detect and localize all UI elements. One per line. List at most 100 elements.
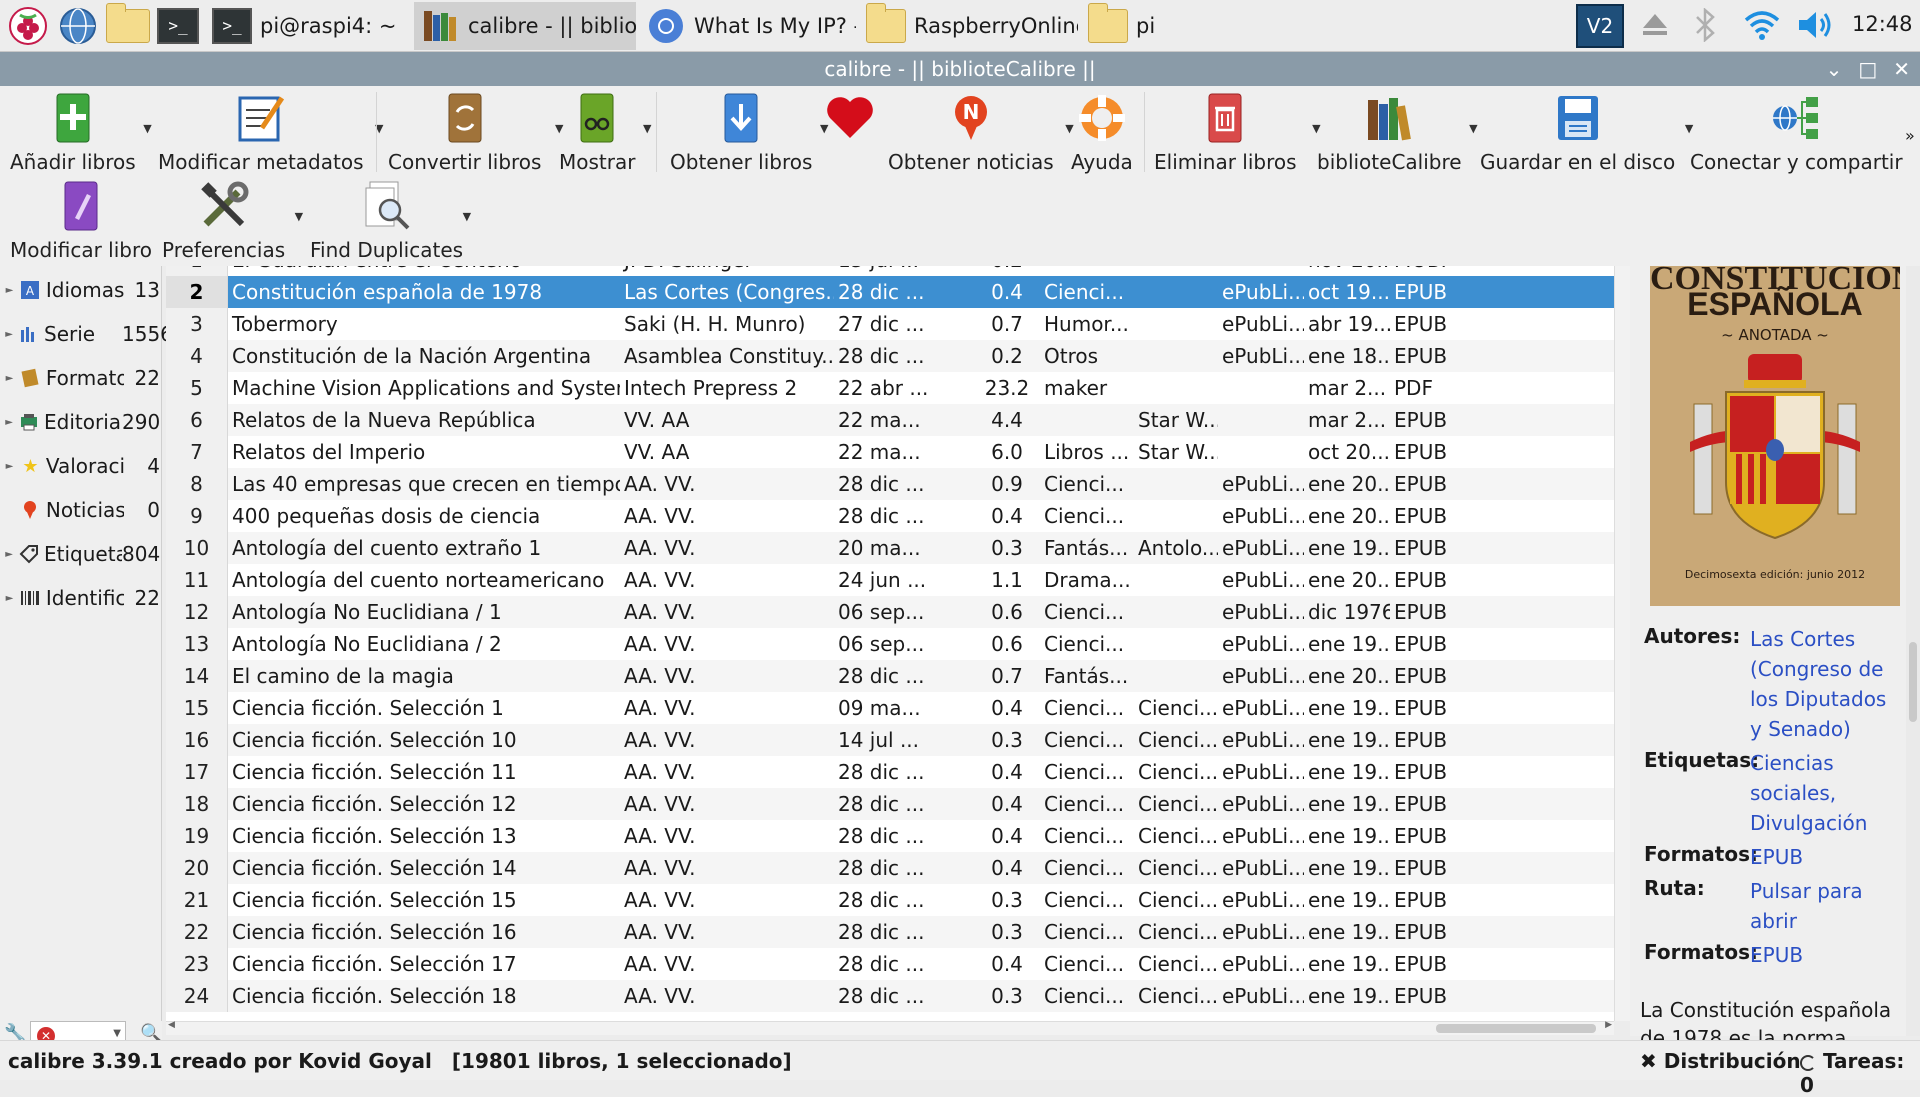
size-cell[interactable]: 0.3 bbox=[970, 984, 1040, 1008]
table-row[interactable]: 9 400 pequeñas dosis de ciencia AA. VV. 28 … bbox=[166, 500, 1614, 532]
table-row[interactable]: 18 Ciencia ficción. Selección 12 AA. VV. 28… bbox=[166, 788, 1614, 820]
table-row[interactable]: 15 Ciencia ficción. Selección 1 AA. VV. 09 … bbox=[166, 692, 1614, 724]
row-number[interactable]: 6 bbox=[166, 404, 228, 436]
title-cell[interactable]: Ciencia ficción. Selección 11 bbox=[228, 760, 620, 784]
title-cell[interactable]: Relatos de la Nueva República bbox=[228, 408, 620, 432]
publisher-cell[interactable]: ePubLi... bbox=[1218, 664, 1304, 688]
table-row[interactable]: 17 Ciencia ficción. Selección 11 AA. VV. 28… bbox=[166, 756, 1614, 788]
published-cell[interactable]: ene 19... bbox=[1304, 696, 1390, 720]
dropdown-arrow-icon[interactable]: ▼ bbox=[463, 210, 471, 223]
published-cell[interactable]: ene 19... bbox=[1304, 920, 1390, 944]
row-number[interactable]: 9 bbox=[166, 500, 228, 532]
publisher-cell[interactable]: ePubLi... bbox=[1218, 888, 1304, 912]
size-cell[interactable]: 0.4 bbox=[970, 504, 1040, 528]
title-cell[interactable]: Antología No Euclidiana / 1 bbox=[228, 600, 620, 624]
size-cell[interactable]: 0.4 bbox=[970, 760, 1040, 784]
publisher-cell[interactable]: ePubLi... bbox=[1218, 824, 1304, 848]
published-cell[interactable]: ene 19... bbox=[1304, 792, 1390, 816]
size-cell[interactable]: 0.6 bbox=[970, 632, 1040, 656]
window-titlebar[interactable]: calibre - || biblioteCalibre || ⌄ □ ✕ bbox=[0, 52, 1920, 86]
row-number[interactable]: 20 bbox=[166, 852, 228, 884]
size-cell[interactable]: 0.3 bbox=[970, 920, 1040, 944]
format-cell[interactable]: MOBI bbox=[1390, 266, 1460, 272]
table-row[interactable]: 6 Relatos de la Nueva República VV. AA 22 m… bbox=[166, 404, 1614, 436]
date-cell[interactable]: 13 jul ... bbox=[834, 266, 970, 272]
row-number[interactable]: 8 bbox=[166, 468, 228, 500]
get-books-button[interactable]: Obtener libros ▼ bbox=[670, 92, 828, 174]
date-cell[interactable]: 28 dic ... bbox=[834, 344, 970, 368]
author-cell[interactable]: Intech Prepress 2 bbox=[620, 376, 834, 400]
row-number[interactable]: 11 bbox=[166, 564, 228, 596]
author-cell[interactable]: AA. VV. bbox=[620, 824, 834, 848]
dropdown-arrow-icon[interactable]: ▼ bbox=[143, 122, 151, 135]
author-cell[interactable]: AA. VV. bbox=[620, 600, 834, 624]
tags-cell[interactable]: Cienci... bbox=[1040, 856, 1134, 880]
author-cell[interactable]: AA. VV. bbox=[620, 536, 834, 560]
author-cell[interactable]: AA. VV. bbox=[620, 472, 834, 496]
bluetooth-icon[interactable] bbox=[1694, 7, 1716, 46]
date-cell[interactable]: 22 ma... bbox=[834, 440, 970, 464]
tags-cell[interactable]: Fantás... bbox=[1040, 536, 1134, 560]
edit-metadata-button[interactable]: Modificar metadatos ▼ bbox=[158, 92, 384, 174]
expand-arrow-icon[interactable]: ► bbox=[0, 329, 18, 340]
row-number[interactable]: 17 bbox=[166, 756, 228, 788]
row-number[interactable]: 18 bbox=[166, 788, 228, 820]
published-cell[interactable]: oct 19... bbox=[1304, 280, 1390, 304]
tag-category-formats[interactable]: ► Formatos 22 bbox=[0, 358, 160, 398]
vnc-icon[interactable]: V2 bbox=[1576, 4, 1624, 48]
find-duplicates-button[interactable]: Find Duplicates ▼ bbox=[310, 180, 471, 262]
date-cell[interactable]: 09 ma... bbox=[834, 696, 970, 720]
date-cell[interactable]: 28 dic ... bbox=[834, 280, 970, 304]
dropdown-arrow-icon[interactable]: ▼ bbox=[643, 122, 651, 135]
expand-arrow-icon[interactable]: ► bbox=[0, 417, 18, 428]
donate-button[interactable] bbox=[824, 92, 876, 150]
published-cell[interactable]: ene 20... bbox=[1304, 472, 1390, 496]
date-cell[interactable]: 28 dic ... bbox=[834, 984, 970, 1008]
delete-books-button[interactable]: Eliminar libros ▼ bbox=[1154, 92, 1321, 174]
row-number[interactable]: 19 bbox=[166, 820, 228, 852]
row-number[interactable]: 3 bbox=[166, 308, 228, 340]
row-number[interactable]: 4 bbox=[166, 340, 228, 372]
table-row[interactable]: 22 Ciencia ficción. Selección 16 AA. VV. 28… bbox=[166, 916, 1614, 948]
publisher-cell[interactable]: ePubLi... bbox=[1218, 984, 1304, 1008]
size-cell[interactable]: 0.3 bbox=[970, 728, 1040, 752]
date-cell[interactable]: 27 dic ... bbox=[834, 312, 970, 336]
edit-book-button[interactable]: Modificar libro bbox=[10, 180, 152, 262]
author-cell[interactable]: VV. AA bbox=[620, 408, 834, 432]
format-cell[interactable]: EPUB bbox=[1390, 824, 1460, 848]
book-list-vertical-scrollbar[interactable] bbox=[1614, 266, 1630, 1021]
author-cell[interactable]: AA. VV. bbox=[620, 760, 834, 784]
title-cell[interactable]: 400 pequeñas dosis de ciencia bbox=[228, 504, 620, 528]
table-row[interactable]: 2 Constitución española de 1978 Las Cortes… bbox=[166, 276, 1614, 308]
wifi-icon[interactable] bbox=[1742, 8, 1782, 46]
format-cell[interactable]: EPUB bbox=[1390, 280, 1460, 304]
author-cell[interactable]: AA. VV. bbox=[620, 920, 834, 944]
tags-cell[interactable]: Cienci... bbox=[1040, 280, 1134, 304]
title-cell[interactable]: Ciencia ficción. Selección 18 bbox=[228, 984, 620, 1008]
date-cell[interactable]: 28 dic ... bbox=[834, 920, 970, 944]
clock[interactable]: 12:48 bbox=[1852, 12, 1913, 36]
title-cell[interactable]: El camino de la magia bbox=[228, 664, 620, 688]
author-cell[interactable]: Las Cortes (Congres... bbox=[620, 280, 834, 304]
published-cell[interactable]: ene 19... bbox=[1304, 536, 1390, 560]
format-cell[interactable]: EPUB bbox=[1390, 440, 1460, 464]
dropdown-arrow-icon[interactable]: ▼ bbox=[295, 210, 303, 223]
format-cell[interactable]: EPUB bbox=[1390, 856, 1460, 880]
table-row[interactable]: 4 Constitución de la Nación Argentina Asam… bbox=[166, 340, 1614, 372]
date-cell[interactable]: 14 jul ... bbox=[834, 728, 970, 752]
tag-category-series[interactable]: ► Serie 1556 bbox=[0, 314, 173, 354]
tags-cell[interactable]: Cienci... bbox=[1040, 920, 1134, 944]
row-number[interactable]: 22 bbox=[166, 916, 228, 948]
convert-books-button[interactable]: Convertir libros ▼ bbox=[388, 92, 563, 174]
format-cell[interactable]: EPUB bbox=[1390, 696, 1460, 720]
file-manager-launcher-icon[interactable] bbox=[106, 2, 150, 48]
author-cell[interactable]: AA. VV. bbox=[620, 504, 834, 528]
tag-category-rating[interactable]: ►★ Valoración 4 bbox=[0, 446, 160, 486]
format-cell[interactable]: EPUB bbox=[1390, 888, 1460, 912]
row-number[interactable]: 13 bbox=[166, 628, 228, 660]
save-to-disk-button[interactable]: Guardar en el disco ▼ bbox=[1480, 92, 1693, 174]
authors-link[interactable]: Las Cortes (Congreso de los Diputados y … bbox=[1750, 624, 1890, 744]
book-list-horizontal-scrollbar[interactable]: ◀ ▶ bbox=[166, 1020, 1614, 1035]
table-row[interactable]: 20 Ciencia ficción. Selección 14 AA. VV. 28… bbox=[166, 852, 1614, 884]
expand-arrow-icon[interactable]: ► bbox=[0, 285, 19, 296]
